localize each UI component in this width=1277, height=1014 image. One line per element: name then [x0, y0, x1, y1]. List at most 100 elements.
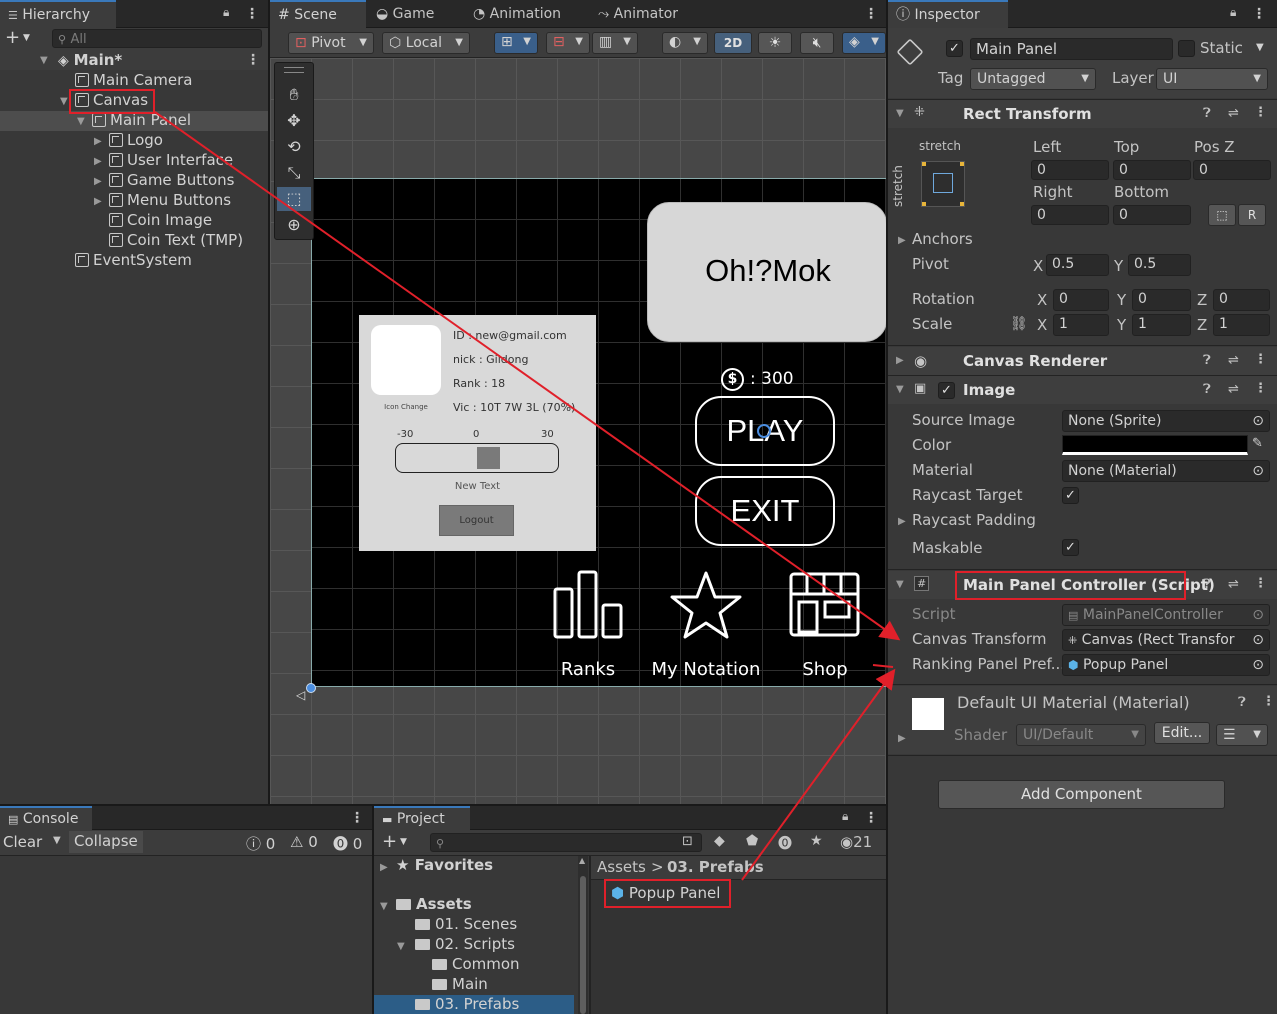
star-icon[interactable]	[669, 570, 743, 640]
canvas-transform-field[interactable]: ⁜ Canvas (Rect Transfor ⊙	[1062, 629, 1270, 651]
raycast-target-checkbox[interactable]: ✓	[1062, 487, 1079, 504]
scene-item-main[interactable]: ◈ Main*	[58, 51, 122, 69]
tab-game[interactable]: ◒ Game	[368, 0, 442, 28]
pivot-gizmo-icon[interactable]	[757, 424, 771, 438]
anchor-preset-button[interactable]	[921, 161, 965, 207]
ranks-icon[interactable]	[552, 569, 626, 641]
scale-z-field[interactable]: 1	[1213, 314, 1270, 336]
collapse-arrow-icon[interactable]: ▼	[896, 384, 904, 395]
shader-edit-button[interactable]: Edit...	[1154, 722, 1210, 744]
tree-item-user-interface[interactable]: User Interface	[109, 151, 233, 169]
label-filter-icon[interactable]: ⬟	[746, 833, 758, 849]
right-field[interactable]: 0	[1031, 205, 1109, 225]
image-header[interactable]: ▼ ▣ ✓ Image ❓︎ ⇌ ⋮	[888, 376, 1277, 404]
grid-snap-button[interactable]: ⊞ ▼	[494, 32, 538, 54]
component-menu-icon[interactable]: ⋮	[1254, 105, 1267, 120]
preset-icon[interactable]: ⇌	[1228, 353, 1239, 368]
collapse-arrow-icon[interactable]: ▶	[94, 156, 102, 167]
collapse-arrow-icon[interactable]: ▶	[898, 235, 906, 246]
breadcrumb-assets[interactable]: Assets	[597, 858, 646, 876]
transform-tool-icon[interactable]: ⊕	[277, 213, 311, 237]
help-icon[interactable]: ❓︎	[1203, 106, 1211, 121]
anchor-handle[interactable]	[306, 683, 316, 693]
hidden-packages-toggle[interactable]: ◉21	[840, 833, 872, 851]
preset-icon[interactable]: ⇌	[1228, 382, 1239, 397]
tab-scene[interactable]: # Scene	[270, 0, 366, 28]
palette-grip[interactable]	[284, 67, 304, 73]
shop-icon[interactable]	[789, 572, 861, 638]
folder-scripts[interactable]: 02. Scripts	[415, 935, 515, 953]
help-icon[interactable]: ❓︎	[1203, 577, 1211, 592]
bottom-field[interactable]: 0	[1113, 205, 1191, 225]
icon-change-label[interactable]: Icon Change	[371, 403, 441, 411]
tab-inspector[interactable]: ⓘ Inspector	[888, 0, 1008, 28]
profile-slider[interactable]	[395, 443, 559, 473]
pivot-dropdown[interactable]: ⊡ Pivot ▼	[288, 32, 374, 54]
raw-edit-button[interactable]: R	[1238, 204, 1266, 226]
favorite-star-icon[interactable]: ★	[810, 833, 823, 849]
folder-tree-scrollbar[interactable]: ▲	[578, 856, 588, 1014]
tree-item-canvas[interactable]: Canvas	[75, 91, 148, 109]
canvas-rect[interactable]: Oh!?Mok $ : 300 PLAY EXIT Icon Change ID…	[311, 178, 886, 687]
more-options-icon[interactable]: ⋮	[350, 808, 364, 828]
component-menu-icon[interactable]: ⋮	[1254, 381, 1267, 396]
static-dropdown-arrow[interactable]: ▼	[1250, 39, 1270, 59]
lighting-toggle[interactable]: ☀	[758, 32, 792, 54]
tab-console[interactable]: ▤ Console	[0, 806, 92, 830]
asset-popup-panel[interactable]: ⬢ Popup Panel	[611, 884, 720, 902]
project-search-input[interactable]: ⚲	[430, 833, 702, 852]
tree-item-main-panel[interactable]: Main Panel	[92, 111, 191, 129]
folder-scenes[interactable]: 01. Scenes	[415, 915, 517, 933]
material-field[interactable]: None (Material) ⊙	[1062, 460, 1270, 482]
expand-arrow-icon[interactable]: ▼	[40, 55, 48, 66]
ranking-panel-field[interactable]: ⬢ Popup Panel ⊙	[1062, 654, 1270, 676]
hand-tool-icon[interactable]: ✋︎	[277, 83, 311, 107]
gizmo-grid-button[interactable]: ▥ ▼	[592, 32, 638, 54]
add-component-button[interactable]: Add Component	[938, 780, 1225, 809]
help-icon[interactable]: ❓︎	[1238, 695, 1246, 710]
log-filter-icon[interactable]: ⓿	[778, 833, 792, 853]
lock-icon[interactable]: 🔒︎	[842, 809, 854, 823]
scene-more-icon[interactable]: ⋮	[864, 4, 878, 24]
help-icon[interactable]: ❓︎	[1203, 353, 1211, 368]
pivot-y-field[interactable]: 0.5	[1128, 254, 1191, 276]
rotation-y-field[interactable]: 0	[1132, 289, 1191, 311]
controller-header[interactable]: ▼ # Main Panel Controller (Script) ❓︎ ⇌ …	[888, 571, 1277, 599]
2d-mode-toggle[interactable]: 2D	[714, 32, 752, 54]
effects-toggle[interactable]: ◈ ▼	[842, 32, 886, 54]
canvas-renderer-header[interactable]: ▶ ◉ Canvas Renderer ❓︎ ⇌ ⋮	[888, 347, 1277, 375]
expand-arrow-icon[interactable]: ▼	[60, 96, 68, 107]
folder-prefabs[interactable]: 03. Prefabs	[415, 995, 519, 1013]
logout-button[interactable]: Logout	[439, 505, 514, 536]
add-icon[interactable]: + ▼	[5, 28, 30, 48]
left-field[interactable]: 0	[1031, 160, 1109, 180]
tree-item-main-camera[interactable]: Main Camera	[75, 71, 192, 89]
tab-animation[interactable]: ◔ Animation	[465, 0, 569, 28]
more-options-icon[interactable]: ⋮	[864, 808, 878, 828]
object-picker-icon[interactable]: ⊙	[1252, 411, 1264, 431]
filter-type-icon[interactable]: ◆	[714, 833, 725, 849]
favorites-item[interactable]: ★ Favorites	[396, 856, 493, 874]
rotate-tool-icon[interactable]: ⟲	[277, 135, 311, 159]
scale-tool-icon[interactable]: ⤡	[277, 161, 311, 185]
object-name-field[interactable]: Main Panel	[970, 38, 1173, 60]
slider-handle[interactable]	[477, 447, 500, 469]
shader-dropdown[interactable]: UI/Default ▼	[1016, 724, 1146, 746]
object-picker-icon[interactable]: ⊙	[1252, 461, 1264, 481]
lock-icon[interactable]: 🔒︎	[1230, 5, 1242, 19]
collapse-arrow-icon[interactable]: ▶	[94, 176, 102, 187]
component-menu-icon[interactable]: ⋮	[1262, 694, 1275, 709]
tag-dropdown[interactable]: Untagged ▼	[970, 68, 1096, 90]
clear-options-icon[interactable]: ▼	[53, 835, 61, 846]
posz-field[interactable]: 0	[1193, 160, 1271, 180]
expand-arrow-icon[interactable]: ▶	[896, 355, 904, 366]
scene-more-icon[interactable]: ⋮	[246, 50, 260, 70]
tree-item-game-buttons[interactable]: Game Buttons	[109, 171, 234, 189]
object-picker-icon[interactable]: ⊙	[1252, 655, 1264, 675]
color-swatch[interactable]	[1062, 435, 1248, 455]
scroll-thumb[interactable]	[580, 876, 586, 1014]
expand-arrow-icon[interactable]: ▼	[77, 116, 85, 127]
rect-transform-header[interactable]: ▼ ⁜ Rect Transform ❓︎ ⇌ ⋮	[888, 100, 1277, 128]
collapse-arrow-icon[interactable]: ▶	[94, 196, 102, 207]
lock-icon[interactable]: 🔒︎	[223, 5, 235, 19]
